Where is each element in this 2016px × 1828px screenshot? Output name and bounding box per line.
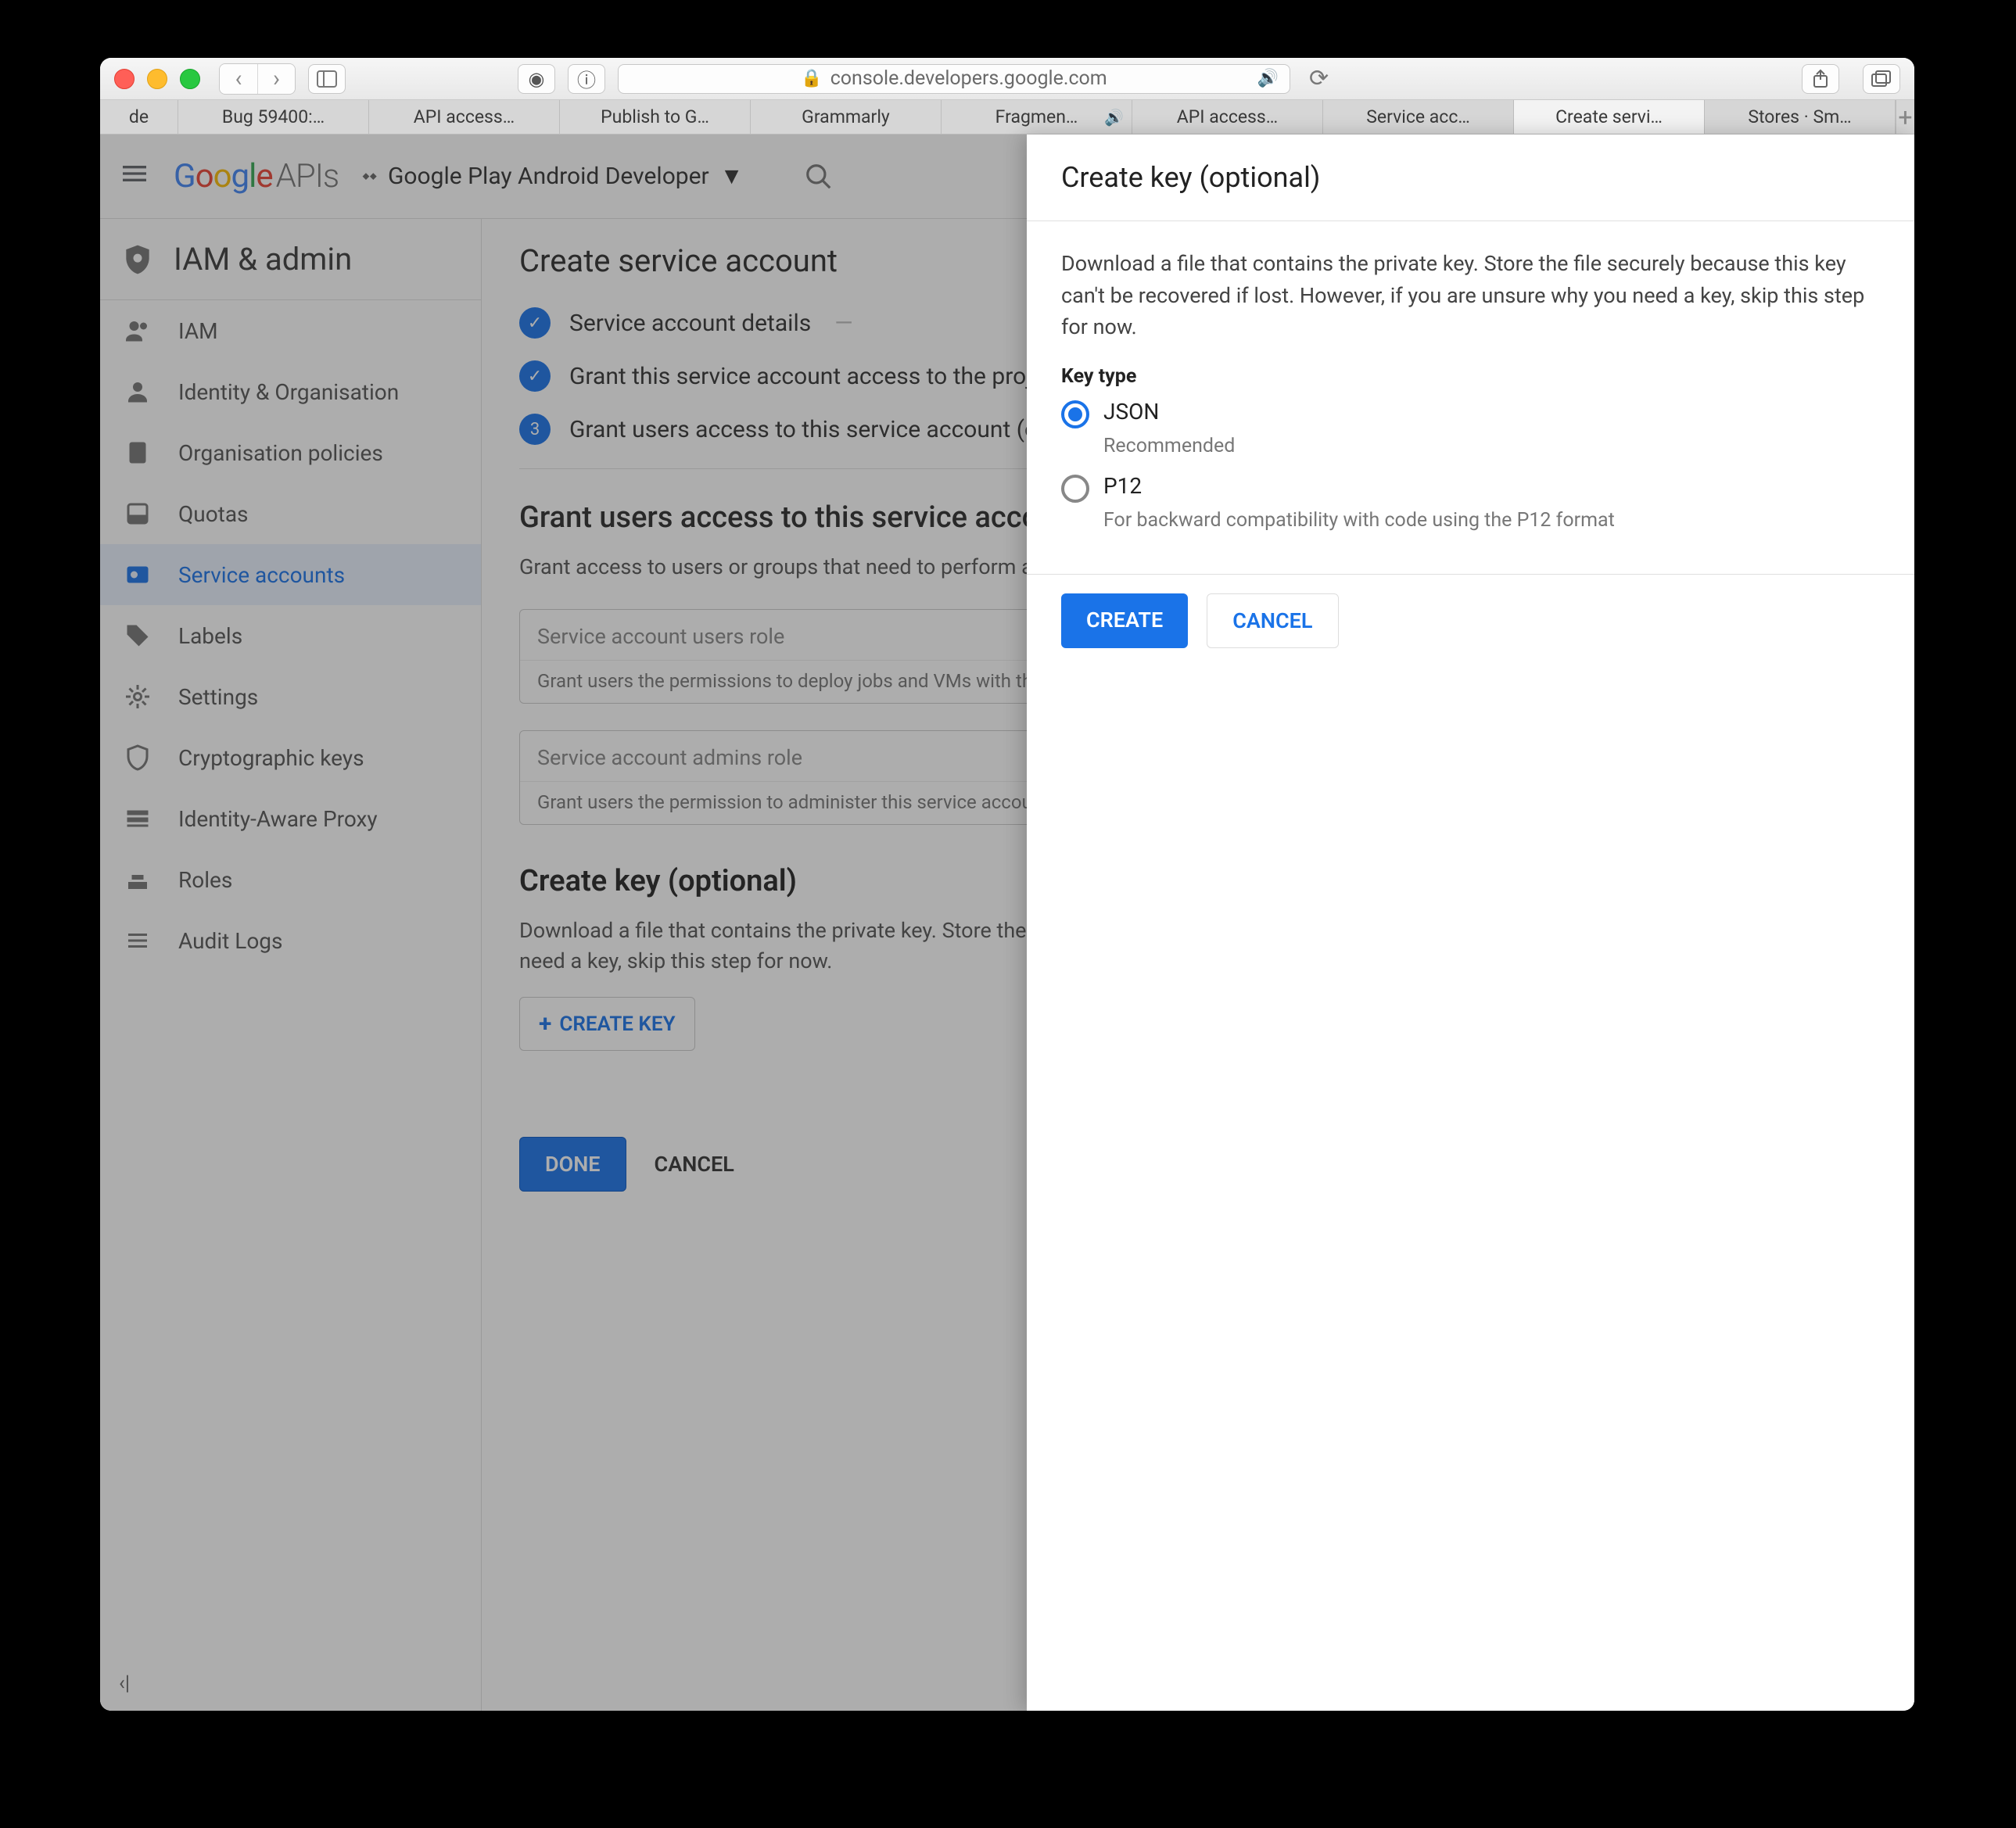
create-key-drawer: Create key (optional) Download a file th… bbox=[1027, 134, 1914, 1711]
tab-5[interactable]: Fragmen…🔊 bbox=[942, 100, 1132, 134]
nav-buttons: ‹ › bbox=[219, 63, 296, 95]
tab-2[interactable]: API access… bbox=[369, 100, 560, 134]
tab-3[interactable]: Publish to G… bbox=[560, 100, 751, 134]
reload-button[interactable]: ⟳ bbox=[1303, 65, 1335, 92]
tab-8[interactable]: Create servi… bbox=[1514, 100, 1705, 134]
tab-0[interactable]: de bbox=[100, 100, 178, 134]
radio-json[interactable]: JSON bbox=[1061, 399, 1880, 428]
titlebar: ‹ › ◉ ⓘ 🔒 console.developers.google.com … bbox=[100, 58, 1914, 100]
window-controls bbox=[114, 69, 200, 89]
address-bar[interactable]: 🔒 console.developers.google.com 🔊 bbox=[618, 64, 1290, 94]
tabs-button[interactable] bbox=[1863, 64, 1900, 94]
share-button[interactable] bbox=[1802, 64, 1839, 94]
new-tab-button[interactable]: + bbox=[1896, 100, 1914, 134]
drawer-cancel-button[interactable]: CANCEL bbox=[1207, 593, 1338, 648]
radio-selected-icon bbox=[1061, 400, 1089, 428]
tab-strip: de Bug 59400:… API access… Publish to G…… bbox=[100, 100, 1914, 134]
tab-7[interactable]: Service acc… bbox=[1323, 100, 1514, 134]
sidebar-toggle-button[interactable] bbox=[308, 64, 346, 94]
forward-button[interactable]: › bbox=[257, 64, 295, 94]
browser-window: ‹ › ◉ ⓘ 🔒 console.developers.google.com … bbox=[100, 58, 1914, 1711]
drawer-create-button[interactable]: CREATE bbox=[1061, 593, 1188, 648]
back-button[interactable]: ‹ bbox=[220, 64, 257, 94]
close-window-button[interactable] bbox=[114, 69, 135, 89]
drawer-title: Create key (optional) bbox=[1027, 134, 1914, 221]
tab-9[interactable]: Stores · Sm… bbox=[1705, 100, 1896, 134]
minimize-window-button[interactable] bbox=[147, 69, 167, 89]
radio-p12[interactable]: P12 bbox=[1061, 473, 1880, 503]
key-type-label: Key type bbox=[1061, 365, 1880, 388]
tab-4[interactable]: Grammarly bbox=[751, 100, 942, 134]
radio-p12-sub: For backward compatibility with code usi… bbox=[1103, 509, 1880, 532]
tab-1[interactable]: Bug 59400:… bbox=[178, 100, 369, 134]
sound-icon[interactable]: 🔊 bbox=[1257, 69, 1279, 88]
radio-json-sub: Recommended bbox=[1103, 435, 1880, 457]
extension-button-1[interactable]: ◉ bbox=[518, 64, 555, 94]
url-text: console.developers.google.com bbox=[830, 67, 1107, 90]
drawer-description: Download a file that contains the privat… bbox=[1061, 248, 1880, 343]
extension-button-2[interactable]: ⓘ bbox=[568, 64, 605, 94]
tab-6[interactable]: API access… bbox=[1132, 100, 1323, 134]
sound-icon: 🔊 bbox=[1104, 108, 1124, 127]
page-content: GoogleAPIs ⬩⬩ Google Play Android Develo… bbox=[100, 134, 1914, 1711]
lock-icon: 🔒 bbox=[801, 69, 822, 88]
zoom-window-button[interactable] bbox=[180, 69, 200, 89]
radio-unselected-icon bbox=[1061, 475, 1089, 503]
